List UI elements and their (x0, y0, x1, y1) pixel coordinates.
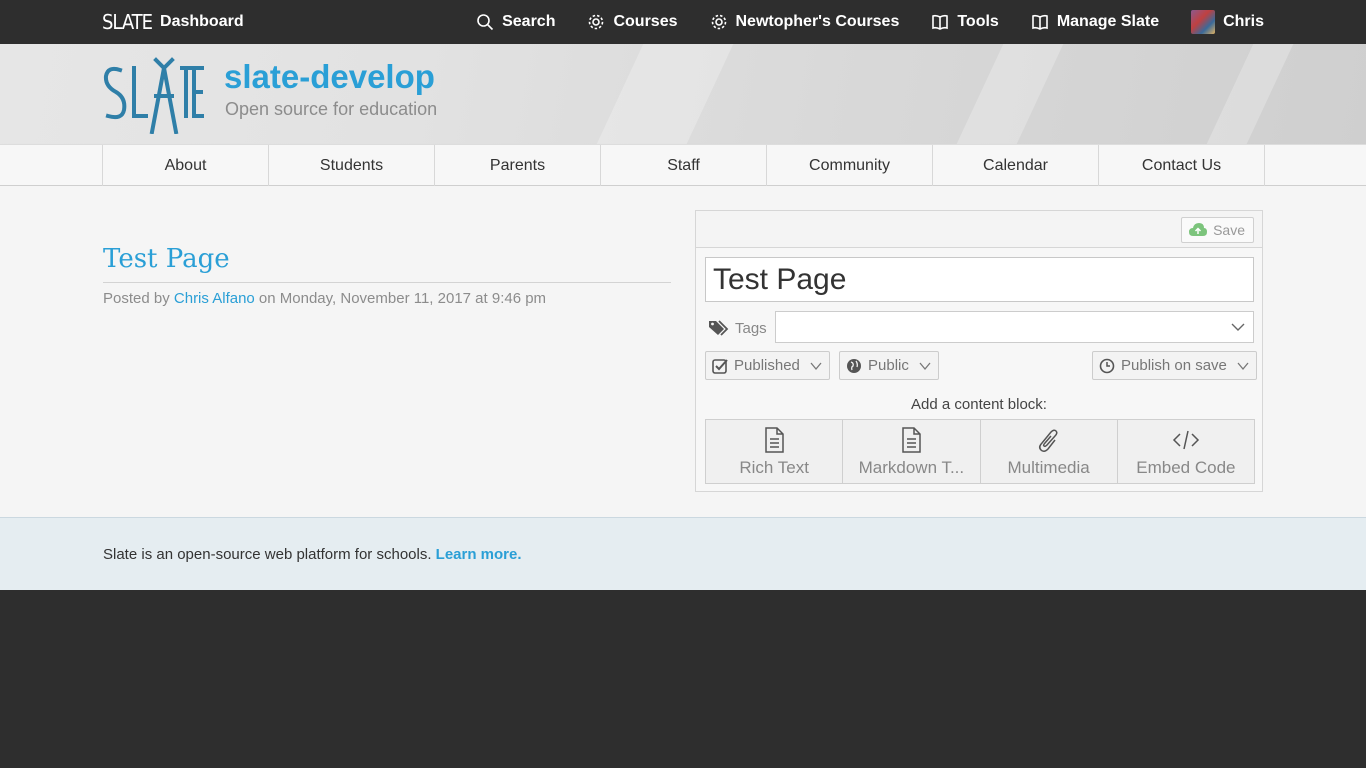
tags-icon (709, 320, 729, 336)
courses-label: Courses (613, 13, 678, 30)
add-markdown-button[interactable]: Markdown T... (843, 420, 981, 483)
document-icon (902, 426, 922, 453)
title-divider (103, 282, 671, 283)
publish-time-dropdown[interactable]: Publish on save (1092, 351, 1257, 380)
slate-logo-small: SLATE (102, 10, 153, 34)
manage-slate-label: Manage Slate (1056, 13, 1160, 30)
footer-text: Slate is an open-source web platform for… (103, 546, 522, 563)
slate-logo[interactable] (102, 56, 206, 134)
search-icon (477, 14, 494, 31)
header-background-beam (956, 44, 1064, 144)
status-label: Published (734, 357, 800, 374)
embed-code-label: Embed Code (1136, 457, 1236, 477)
checkbox-checked-icon (712, 358, 728, 374)
nav-community[interactable]: Community (767, 145, 933, 186)
add-multimedia-button[interactable]: Multimedia (981, 420, 1118, 483)
rich-text-label: Rich Text (739, 457, 809, 477)
title-input[interactable] (705, 257, 1254, 302)
top-bar: SLATE Dashboard Search Courses Newtopher… (0, 0, 1366, 44)
dashboard-link[interactable]: SLATE Dashboard (102, 7, 244, 37)
status-dropdown[interactable]: Published (705, 351, 830, 380)
footer-message: Slate is an open-source web platform for… (103, 546, 436, 563)
user-menu[interactable]: Chris (1191, 10, 1264, 34)
nav-students[interactable]: Students (269, 145, 435, 186)
site-header: slate-develop Open source for education (0, 44, 1366, 144)
multimedia-label: Multimedia (1007, 457, 1090, 477)
user-name: Chris (1223, 13, 1264, 30)
paperclip-icon (1038, 428, 1058, 452)
avatar (1191, 10, 1216, 34)
page-content: Test Page Posted by Chris Alfano on Mond… (0, 186, 1366, 517)
page-editor: Save Tags Published (695, 210, 1263, 492)
search-label: Search (502, 13, 556, 30)
add-block-label: Add a content block: (911, 396, 1047, 413)
site-footer: Slate is an open-source web platform for… (0, 517, 1366, 590)
main-nav: About Students Parents Staff Community C… (0, 144, 1366, 186)
nav-calendar[interactable]: Calendar (933, 145, 1099, 186)
add-rich-text-button[interactable]: Rich Text (706, 420, 844, 483)
chevron-down-icon (1237, 362, 1249, 370)
cloud-upload-icon (1189, 223, 1208, 236)
page-bottom (0, 590, 1366, 768)
site-title[interactable]: slate-develop (224, 58, 435, 96)
tools-menu[interactable]: Tools (931, 13, 999, 31)
visibility-dropdown[interactable]: Public (839, 351, 939, 380)
site-subtitle: Open source for education (225, 99, 438, 119)
nav-about[interactable]: About (103, 145, 269, 186)
markdown-label: Markdown T... (858, 457, 965, 477)
editor-toolbar: Save (696, 211, 1262, 248)
page-title[interactable]: Test Page (103, 244, 230, 274)
nav-staff[interactable]: Staff (601, 145, 767, 186)
globe-icon (847, 358, 861, 373)
add-embed-code-button[interactable]: Embed Code (1118, 420, 1254, 483)
author-link[interactable]: Chris Alfano (174, 290, 255, 307)
book-icon (1032, 14, 1048, 30)
search-link[interactable]: Search (476, 13, 555, 31)
manage-slate-menu[interactable]: Manage Slate (1031, 13, 1159, 31)
user-courses-label: Newtopher's Courses (735, 13, 900, 30)
meta-prefix: Posted by (103, 290, 174, 307)
nav-parents[interactable]: Parents (435, 145, 601, 186)
document-icon (765, 426, 784, 453)
post-meta: Posted by Chris Alfano on Monday, Novemb… (103, 290, 546, 307)
book-icon (932, 14, 949, 30)
tags-input[interactable] (775, 311, 1254, 343)
header-background-beam (1206, 44, 1294, 144)
tags-label: Tags (708, 319, 767, 337)
code-icon (1172, 430, 1199, 449)
dashboard-label: Dashboard (160, 13, 244, 30)
learn-more-link[interactable]: Learn more. (436, 546, 522, 563)
chevron-down-icon[interactable] (1231, 320, 1245, 334)
user-courses-menu[interactable]: Newtopher's Courses (710, 13, 900, 31)
nav-contact-us[interactable]: Contact Us (1099, 145, 1265, 186)
visibility-label: Public (868, 357, 909, 374)
chevron-down-icon (919, 362, 931, 370)
meta-date: on Monday, November 11, 2017 at 9:46 pm (254, 290, 547, 307)
courses-menu[interactable]: Courses (587, 13, 678, 31)
content-block-picker: Rich Text Markdown T... Multimedia Embed… (705, 419, 1255, 484)
tools-label: Tools (957, 13, 999, 30)
save-label: Save (1213, 222, 1245, 238)
chevron-down-icon (810, 362, 822, 370)
top-nav: Search Courses Newtopher's Courses Tools… (444, 0, 1264, 44)
tags-text: Tags (735, 319, 767, 337)
clock-icon (1099, 358, 1115, 373)
gear-icon (589, 14, 604, 30)
gear-icon (711, 14, 726, 30)
header-background-beam (596, 44, 734, 144)
save-button[interactable]: Save (1181, 217, 1254, 243)
publish-time-label: Publish on save (1121, 357, 1227, 374)
